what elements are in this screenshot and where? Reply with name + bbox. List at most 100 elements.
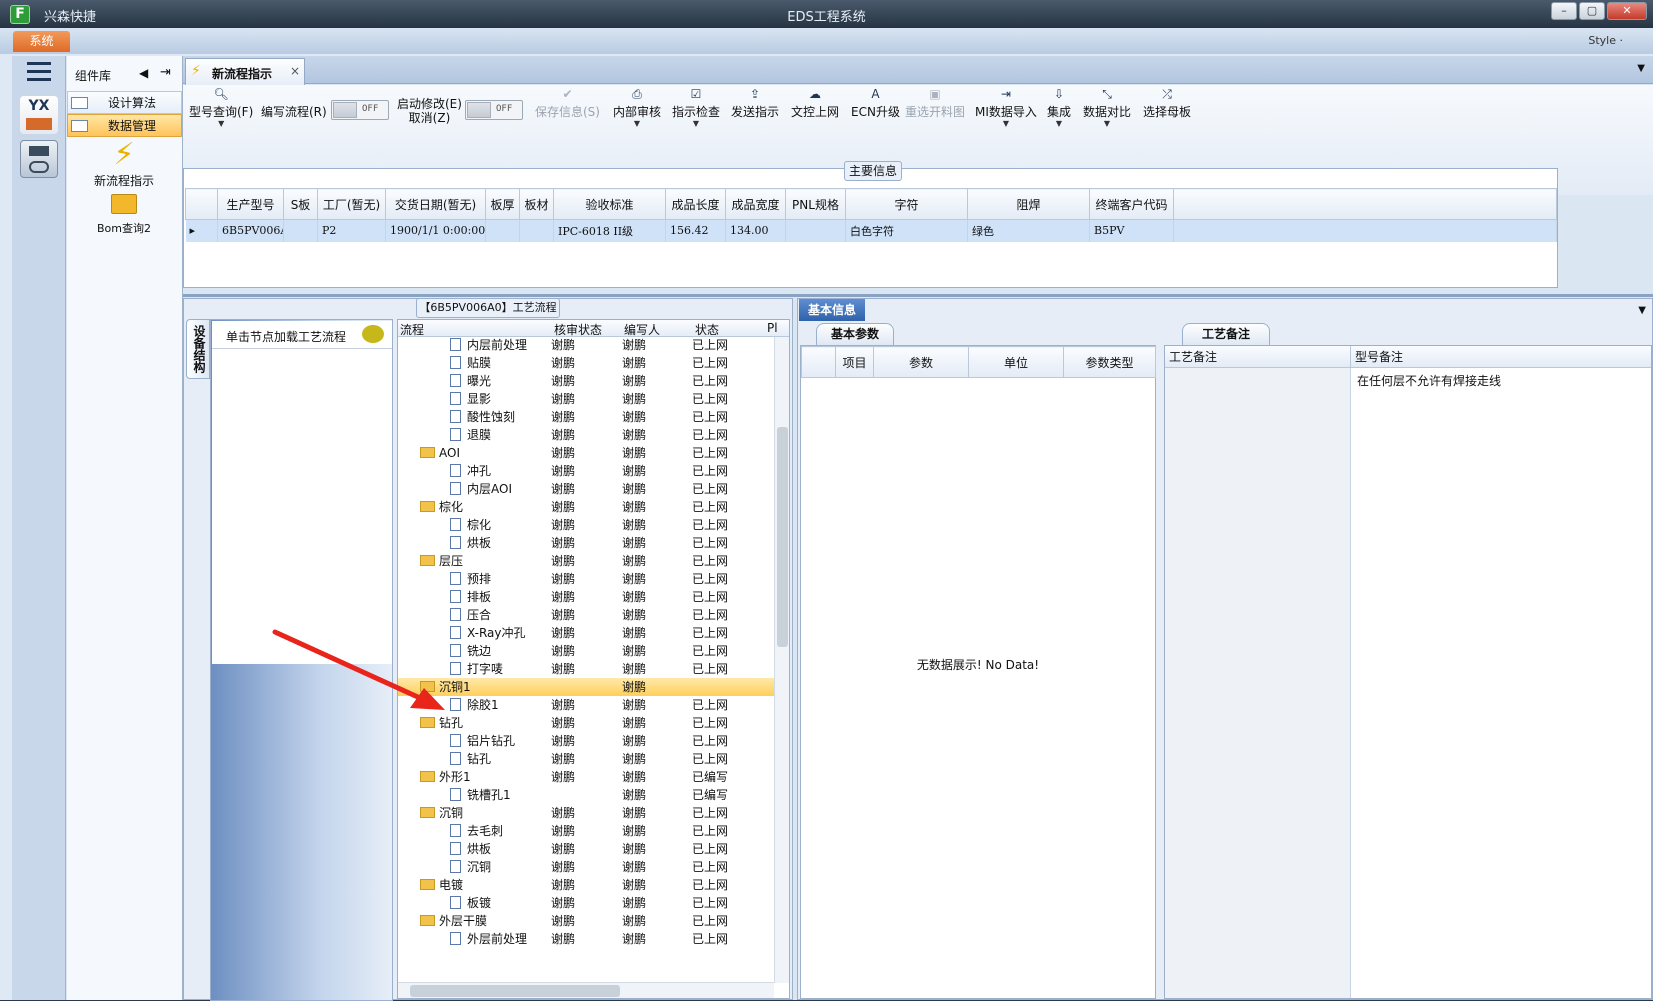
tree-row[interactable]: 烘板 谢鹏 谢鹏 已上网 bbox=[398, 840, 774, 858]
col-header-pl[interactable]: Pl bbox=[767, 321, 778, 335]
write-flow-toggle[interactable]: OFF bbox=[331, 100, 389, 120]
maximize-button[interactable]: ▢ bbox=[1579, 2, 1605, 20]
table-cell[interactable] bbox=[785, 219, 846, 242]
tree-node[interactable]: 烘板 bbox=[450, 840, 491, 858]
tab-equipment-structure[interactable]: 设备结构 bbox=[186, 319, 210, 379]
row-selector-header[interactable] bbox=[801, 346, 836, 378]
table-cell[interactable] bbox=[485, 219, 520, 242]
col-header[interactable]: 字符 bbox=[845, 188, 968, 220]
table-cell[interactable]: 156.42 bbox=[665, 219, 726, 242]
table-cell[interactable]: IPC-6018 II级 bbox=[553, 219, 666, 242]
ecn-upgrade-button[interactable]: A ECN升级 bbox=[851, 87, 900, 120]
tree-node[interactable]: 去毛刺 bbox=[450, 822, 503, 840]
tree-node[interactable]: 排板 bbox=[450, 588, 491, 606]
tree-row[interactable]: 铝片钻孔 谢鹏 谢鹏 已上网 bbox=[398, 732, 774, 750]
tree-node[interactable]: 沉铜 bbox=[420, 804, 463, 822]
col-header[interactable]: 单位 bbox=[968, 346, 1064, 378]
tree-row[interactable]: 棕化 谢鹏 谢鹏 已上网 bbox=[398, 516, 774, 534]
col-header[interactable]: 板材 bbox=[519, 188, 554, 220]
table-cell[interactable] bbox=[283, 219, 318, 242]
col-header[interactable]: 成品长度 bbox=[665, 188, 726, 220]
tree-node[interactable]: 沉铜1 bbox=[420, 678, 471, 696]
tree-node[interactable]: 外层前处理 bbox=[450, 930, 527, 948]
tree-row[interactable]: 排板 谢鹏 谢鹏 已上网 bbox=[398, 588, 774, 606]
tree-row[interactable]: 外层前处理 谢鹏 谢鹏 已上网 bbox=[398, 930, 774, 948]
library-item-data-management[interactable]: 数据管理 bbox=[67, 114, 182, 137]
mi-import-button[interactable]: ⇥ MI数据导入 ▼ bbox=[975, 87, 1037, 128]
col-header[interactable]: 成品宽度 bbox=[725, 188, 786, 220]
col-header[interactable]: 终端客户代码 bbox=[1089, 188, 1174, 220]
table-cell[interactable]: 6B5PV006A0 bbox=[217, 219, 284, 242]
col-header[interactable]: 工厂(暂无) bbox=[317, 188, 386, 220]
tree-row[interactable]: 除胶1 谢鹏 谢鹏 已上网 bbox=[398, 696, 774, 714]
horizontal-scrollbar[interactable] bbox=[398, 982, 774, 998]
tree-node[interactable]: 板镀 bbox=[450, 894, 491, 912]
library-item-design-algorithm[interactable]: 设计算法 bbox=[67, 91, 182, 114]
col-header[interactable]: 板厚 bbox=[485, 188, 520, 220]
process-remarks-field[interactable] bbox=[1165, 368, 1351, 998]
scrollbar-thumb[interactable] bbox=[410, 985, 620, 997]
new-flow-tool[interactable]: ⚡ 新流程指示 bbox=[79, 138, 169, 189]
vertical-scrollbar[interactable] bbox=[774, 337, 789, 983]
tree-node[interactable]: 除胶1 bbox=[450, 696, 499, 714]
style-menu[interactable]: Style · bbox=[1588, 34, 1623, 47]
tree-row[interactable]: 冲孔 谢鹏 谢鹏 已上网 bbox=[398, 462, 774, 480]
section-divider[interactable] bbox=[183, 294, 1653, 297]
auto-modify-toggle[interactable]: OFF bbox=[465, 100, 523, 120]
tree-row[interactable]: 外形1 谢鹏 谢鹏 已编写 bbox=[398, 768, 774, 786]
table-cell[interactable]: B5PV bbox=[1089, 219, 1174, 242]
tab-process-remarks[interactable]: 工艺备注 bbox=[1182, 323, 1270, 345]
tree-row[interactable]: 内层AOI 谢鹏 谢鹏 已上网 bbox=[398, 480, 774, 498]
tree-node[interactable]: 棕化 bbox=[420, 498, 463, 516]
tree-row[interactable]: 压合 谢鹏 谢鹏 已上网 bbox=[398, 606, 774, 624]
system-menu[interactable]: 系统 bbox=[13, 31, 70, 52]
table-cell[interactable]: P2 bbox=[317, 219, 386, 242]
internal-review-button[interactable]: ⎙ 内部审核 ▼ bbox=[613, 87, 661, 128]
collapse-left-icon[interactable]: ◀ bbox=[139, 66, 148, 80]
reselect-drawing-button[interactable]: ▣ 重选开料图 bbox=[905, 87, 965, 120]
col-header[interactable]: 参数类型 bbox=[1063, 346, 1156, 378]
model-query-button[interactable]: 🔍︎ 型号查询(F) ▼ bbox=[189, 87, 253, 128]
tab-new-flow[interactable]: ⚡ 新流程指示 × bbox=[185, 58, 305, 85]
tree-row[interactable]: 内层前处理 谢鹏 谢鹏 已上网 bbox=[398, 336, 774, 354]
tree-row[interactable]: 钻孔 谢鹏 谢鹏 已上网 bbox=[398, 750, 774, 768]
tree-node[interactable]: 酸性蚀刻 bbox=[450, 408, 515, 426]
tree-node[interactable]: 压合 bbox=[450, 606, 491, 624]
hamburger-menu-icon[interactable] bbox=[27, 62, 51, 82]
tree-node[interactable]: 铝片钻孔 bbox=[450, 732, 515, 750]
col-header[interactable]: PNL规格 bbox=[785, 188, 846, 220]
tree-node[interactable]: 钻孔 bbox=[420, 714, 463, 732]
tree-node[interactable]: 钻孔 bbox=[450, 750, 491, 768]
auto-modify-button[interactable]: 启动修改(E) 取消(Z) bbox=[397, 97, 462, 125]
tree-row[interactable]: 打字唛 谢鹏 谢鹏 已上网 bbox=[398, 660, 774, 678]
tree-node[interactable]: 铣边 bbox=[450, 642, 491, 660]
row-selector-header[interactable] bbox=[185, 188, 218, 220]
panel-dropdown-icon[interactable]: ▼ bbox=[1638, 305, 1646, 316]
tree-node[interactable]: 层压 bbox=[420, 552, 463, 570]
load-flow-hint[interactable]: 单击节点加载工艺流程 bbox=[212, 321, 392, 349]
tree-node[interactable]: 退膜 bbox=[450, 426, 491, 444]
tree-row[interactable]: 沉铜 谢鹏 谢鹏 已上网 bbox=[398, 858, 774, 876]
col-header[interactable]: S板 bbox=[283, 188, 318, 220]
tree-node[interactable]: AOI bbox=[420, 444, 460, 462]
tree-row[interactable]: 棕化 谢鹏 谢鹏 已上网 bbox=[398, 498, 774, 516]
tree-row[interactable]: 沉铜1 谢鹏 bbox=[398, 678, 774, 696]
tree-row[interactable]: 贴膜 谢鹏 谢鹏 已上网 bbox=[398, 354, 774, 372]
tree-row[interactable]: 板镀 谢鹏 谢鹏 已上网 bbox=[398, 894, 774, 912]
close-window-button[interactable]: ✕ bbox=[1607, 2, 1647, 20]
tab-dropdown-icon[interactable]: ▼ bbox=[1637, 63, 1645, 74]
save-info-button[interactable]: ✔ 保存信息(S) bbox=[535, 87, 600, 120]
table-cell[interactable]: 白色字符 bbox=[845, 219, 968, 242]
tree-node[interactable]: 外形1 bbox=[420, 768, 471, 786]
tree-row[interactable]: 预排 谢鹏 谢鹏 已上网 bbox=[398, 570, 774, 588]
tree-node[interactable]: 烘板 bbox=[450, 534, 491, 552]
tree-node[interactable]: 贴膜 bbox=[450, 354, 491, 372]
col-header[interactable]: 验收标准 bbox=[553, 188, 666, 220]
table-cell[interactable]: 134.00 bbox=[725, 219, 786, 242]
tree-node[interactable]: 冲孔 bbox=[450, 462, 491, 480]
tree-node[interactable]: 显影 bbox=[450, 390, 491, 408]
col-header[interactable]: 阻焊 bbox=[967, 188, 1090, 220]
tree-row[interactable]: 显影 谢鹏 谢鹏 已上网 bbox=[398, 390, 774, 408]
tree-row[interactable]: 层压 谢鹏 谢鹏 已上网 bbox=[398, 552, 774, 570]
tab-basic-info[interactable]: 基本信息 bbox=[799, 299, 865, 321]
